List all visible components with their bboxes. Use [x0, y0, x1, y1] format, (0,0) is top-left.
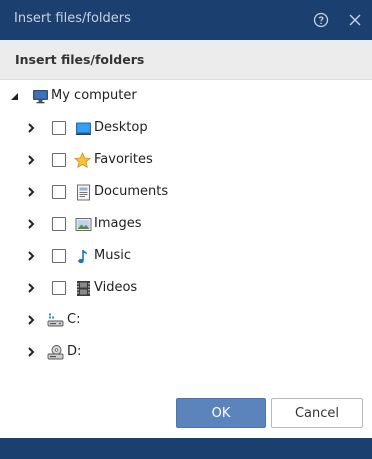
tree-item-label: Documents	[94, 184, 169, 199]
chevron-right-icon[interactable]	[24, 185, 38, 199]
desktop-icon	[76, 122, 91, 135]
cancel-button[interactable]: Cancel	[271, 398, 363, 428]
favorites-checkbox[interactable]	[52, 153, 66, 167]
help-icon[interactable]	[313, 12, 329, 28]
tree-item-images[interactable]: Images	[0, 209, 372, 239]
collapse-corner-icon[interactable]	[8, 90, 22, 104]
document-icon	[77, 184, 90, 201]
tree-item-label: Videos	[94, 280, 138, 295]
section-title: Insert files/folders	[15, 52, 145, 67]
ok-button[interactable]: OK	[176, 398, 266, 428]
tree-item-desktop[interactable]: Desktop	[0, 113, 372, 143]
documents-checkbox[interactable]	[52, 185, 66, 199]
chevron-right-icon[interactable]	[24, 217, 38, 231]
optical-drive-icon	[47, 345, 64, 360]
tree-item-drive-d[interactable]: D:	[0, 337, 372, 367]
film-icon	[77, 281, 90, 296]
chevron-right-icon[interactable]	[24, 249, 38, 263]
music-note-icon	[78, 250, 88, 264]
tree-root-label: My computer	[51, 88, 137, 103]
desktop-checkbox[interactable]	[52, 121, 66, 135]
folder-tree: My computer Desktop Favorites Documents …	[0, 80, 372, 380]
star-icon	[74, 152, 91, 169]
tree-item-favorites[interactable]: Favorites	[0, 145, 372, 175]
chevron-right-icon[interactable]	[24, 153, 38, 167]
chevron-right-icon[interactable]	[24, 121, 38, 135]
dialog-titlebar: Insert files/folders	[0, 0, 372, 40]
close-icon[interactable]	[347, 12, 363, 28]
dialog-title: Insert files/folders	[14, 11, 131, 26]
music-checkbox[interactable]	[52, 249, 66, 263]
monitor-icon	[33, 90, 48, 104]
tree-item-documents[interactable]: Documents	[0, 177, 372, 207]
chevron-right-icon[interactable]	[24, 345, 38, 359]
tree-item-music[interactable]: Music	[0, 241, 372, 271]
tree-item-drive-c[interactable]: C:	[0, 305, 372, 335]
dialog-footer-bar	[0, 438, 372, 459]
videos-checkbox[interactable]	[52, 281, 66, 295]
images-checkbox[interactable]	[52, 217, 66, 231]
tree-root-my-computer[interactable]: My computer	[0, 81, 372, 111]
tree-item-label: D:	[67, 344, 82, 359]
image-icon	[75, 218, 92, 231]
tree-item-label: Favorites	[94, 152, 153, 167]
chevron-right-icon[interactable]	[24, 281, 38, 295]
tree-item-label: Desktop	[94, 120, 148, 135]
tree-item-label: C:	[67, 312, 81, 327]
hard-drive-icon	[47, 313, 64, 327]
tree-item-videos[interactable]: Videos	[0, 273, 372, 303]
tree-item-label: Music	[94, 248, 131, 263]
tree-item-label: Images	[94, 216, 142, 231]
chevron-right-icon[interactable]	[24, 313, 38, 327]
section-header: Insert files/folders	[0, 40, 372, 80]
